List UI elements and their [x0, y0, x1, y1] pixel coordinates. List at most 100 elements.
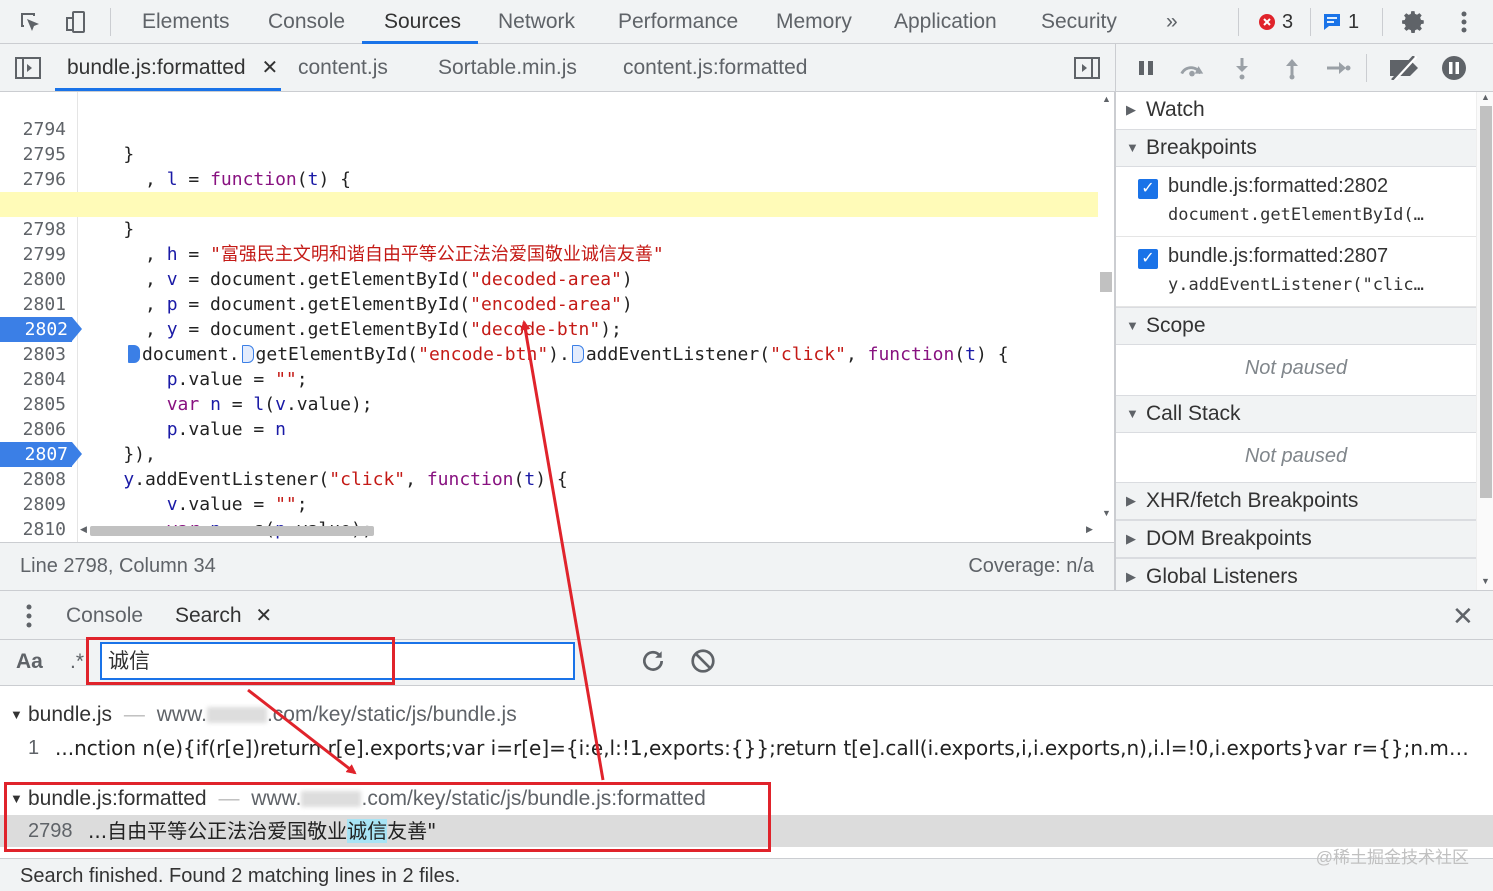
result-line[interactable]: 1 ...nction n(e){if(r[e])return r[e].exp…	[0, 732, 1493, 764]
toggle-debugger-icon[interactable]	[1073, 54, 1101, 82]
file-tab-label: bundle.js:formatted	[67, 56, 246, 79]
tab-application[interactable]: Application	[894, 0, 997, 44]
step-icon[interactable]	[1324, 54, 1352, 82]
breakpoint-item[interactable]: ✓ bundle.js:formatted:2807 y.addEventLis…	[1116, 237, 1476, 307]
step-over-icon[interactable]	[1178, 54, 1206, 82]
editor-vertical-scrollbar[interactable]: ▲ ▼	[1098, 92, 1114, 522]
step-out-icon[interactable]	[1278, 54, 1306, 82]
toolbar-separator	[110, 8, 111, 36]
global-listeners-section-header[interactable]: ▶ Global Listeners	[1116, 558, 1476, 590]
expand-triangle-icon: ▶	[1126, 493, 1136, 508]
result-file-name: bundle.js	[28, 703, 113, 726]
toolbar-separator	[1382, 8, 1383, 36]
toggle-navigator-icon[interactable]	[14, 54, 42, 82]
call-stack-section-header[interactable]: ▼ Call Stack	[1116, 395, 1476, 433]
message-icon	[1324, 14, 1340, 30]
result-line-number: 1	[28, 737, 40, 759]
scroll-down-icon[interactable]: ▼	[1481, 576, 1490, 586]
tab-memory[interactable]: Memory	[776, 0, 852, 44]
file-tab-content[interactable]: content.js	[298, 44, 388, 92]
step-into-icon[interactable]	[1228, 54, 1256, 82]
annotation-box-search	[86, 637, 395, 685]
more-options-icon[interactable]	[1450, 8, 1478, 36]
scrollbar-thumb[interactable]	[1480, 106, 1492, 498]
coverage-status: Coverage: n/a	[968, 555, 1094, 577]
section-title: Watch	[1146, 98, 1205, 121]
scroll-left-icon[interactable]: ◀	[80, 524, 87, 535]
file-tab-sortable[interactable]: Sortable.min.js	[438, 44, 577, 92]
breakpoints-section-header[interactable]: ▼ Breakpoints	[1116, 129, 1476, 167]
result-file-header[interactable]: ▼ bundle.js — www. .com/key/static/js/bun…	[0, 698, 1493, 732]
match-case-button[interactable]: Aa	[16, 650, 43, 674]
drawer-tab-search[interactable]: Search ✕	[175, 591, 272, 641]
breakpoint-location: bundle.js:formatted:2802	[1168, 175, 1389, 197]
clear-icon[interactable]	[690, 648, 716, 679]
error-count-badge[interactable]: 3	[1258, 7, 1293, 37]
tab-sources[interactable]: Sources	[384, 0, 461, 44]
settings-gear-icon[interactable]	[1400, 8, 1428, 36]
collapse-triangle-icon: ▼	[1126, 406, 1139, 421]
tab-network[interactable]: Network	[498, 0, 575, 44]
section-title: XHR/fetch Breakpoints	[1146, 489, 1359, 512]
code-line: 2805 p.value = n	[0, 367, 1098, 440]
code-line: 2810 v.value = n	[0, 492, 1098, 540]
watch-section-header[interactable]: ▶ Watch	[1116, 92, 1476, 130]
cursor-position: Line 2798, Column 34	[20, 555, 216, 577]
breakpoint-checkbox[interactable]: ✓	[1138, 249, 1158, 269]
active-file-indicator	[55, 88, 281, 91]
xhr-breakpoints-section-header[interactable]: ▶ XHR/fetch Breakpoints	[1116, 482, 1476, 520]
file-tab-bundle-formatted[interactable]: bundle.js:formatted ✕	[67, 44, 278, 92]
refresh-icon[interactable]	[640, 648, 666, 679]
inspect-element-icon[interactable]	[16, 8, 44, 36]
code-line: 2803 p.value = "";	[0, 317, 1098, 390]
drawer-tab-console[interactable]: Console	[66, 591, 143, 641]
search-status-message: Search finished. Found 2 matching lines …	[20, 865, 461, 887]
editor-horizontal-scrollbar[interactable]: ◀ ▶	[78, 522, 1098, 539]
section-title: Scope	[1146, 314, 1206, 337]
section-title: Call Stack	[1146, 402, 1241, 425]
device-toolbar-icon[interactable]	[62, 8, 90, 36]
redacted-domain	[206, 707, 267, 723]
scroll-right-icon[interactable]: ▶	[1086, 524, 1093, 535]
scroll-up-icon[interactable]: ▲	[1481, 92, 1490, 102]
close-tab-icon[interactable]: ✕	[261, 57, 278, 79]
pause-on-exceptions-icon[interactable]	[1440, 54, 1468, 82]
file-tab-content-formatted[interactable]: content.js:formatted	[623, 44, 807, 92]
dom-breakpoints-section-header[interactable]: ▶ DOM Breakpoints	[1116, 520, 1476, 558]
code-line: 2796 return a(c(o(t)))	[0, 142, 1098, 215]
toolbar-separator	[1238, 8, 1239, 36]
regex-button[interactable]: .*	[70, 650, 84, 674]
tab-elements[interactable]: Elements	[142, 0, 230, 44]
editor-status-bar: Line 2798, Column 34 Coverage: n/a	[0, 542, 1115, 590]
deactivate-breakpoints-icon[interactable]	[1386, 54, 1422, 82]
breakpoint-code: document.getElementById(…	[1168, 205, 1424, 225]
drawer-header: Console Search ✕ ✕	[0, 590, 1493, 640]
tab-performance[interactable]: Performance	[618, 0, 738, 44]
toolbar-separator	[1366, 54, 1367, 82]
tab-security[interactable]: Security	[1041, 0, 1117, 44]
code-line: 2799 , v = document.getElementById("deco…	[0, 217, 1098, 290]
scrollbar-thumb[interactable]	[90, 526, 374, 536]
error-count: 3	[1282, 10, 1294, 33]
result-line-text: ...nction n(e){if(r[e])return r[e].expor…	[55, 736, 1485, 760]
close-tab-icon[interactable]: ✕	[255, 605, 272, 627]
pause-icon[interactable]	[1132, 54, 1160, 82]
tab-console[interactable]: Console	[268, 0, 345, 44]
breakpoint-item[interactable]: ✓ bundle.js:formatted:2802 document.getE…	[1116, 167, 1476, 237]
scope-section-header[interactable]: ▼ Scope	[1116, 307, 1476, 345]
scrollbar-thumb[interactable]	[1100, 272, 1112, 292]
more-tabs-button[interactable]: »	[1166, 0, 1178, 44]
scroll-down-icon[interactable]: ▼	[1102, 508, 1111, 518]
close-drawer-icon[interactable]: ✕	[1452, 601, 1474, 632]
annotation-box-result	[4, 782, 771, 852]
breakpoint-code: y.addEventListener("clic…	[1168, 275, 1424, 295]
message-count-badge[interactable]: 1	[1322, 7, 1359, 37]
scroll-up-icon[interactable]: ▲	[1102, 94, 1111, 104]
drawer-menu-icon[interactable]	[26, 603, 32, 634]
code-line: 2794 }	[0, 92, 1098, 165]
sidebar-scrollbar[interactable]: ▲ ▼	[1476, 92, 1493, 590]
code-line-breakpoint: 2807 y.addEventListener("click", functio…	[0, 417, 1098, 490]
breakpoint-checkbox[interactable]: ✓	[1138, 179, 1158, 199]
section-title: DOM Breakpoints	[1146, 527, 1312, 550]
code-editor[interactable]: 2794 } 2795 , l = function(t) { 2796 ret…	[0, 92, 1115, 542]
